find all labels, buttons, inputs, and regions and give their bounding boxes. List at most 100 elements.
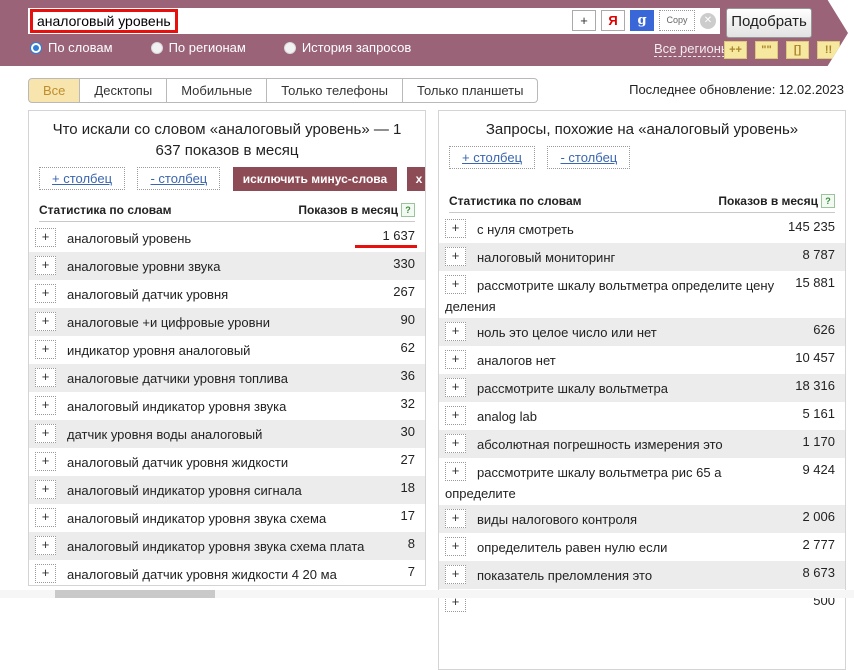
- keyword-link[interactable]: определитель равен нулю если: [477, 540, 667, 555]
- expand-plus-button[interactable]: +: [445, 462, 466, 481]
- keyword-link[interactable]: аналоговые уровни звука: [67, 259, 220, 274]
- expand-plus-button[interactable]: +: [445, 275, 466, 294]
- expand-plus-button[interactable]: +: [445, 565, 466, 584]
- table-row: 5 161 + analog lab: [439, 402, 845, 430]
- expand-plus-button[interactable]: +: [445, 509, 466, 528]
- right-panel-buttons: + столбец - столбец: [449, 146, 845, 172]
- all-regions-link[interactable]: Все регионы: [654, 41, 730, 57]
- shows-value: 8 787: [802, 247, 835, 262]
- keyword-link[interactable]: абсолютная погрешность измерения это: [477, 437, 723, 452]
- keyword-link[interactable]: виды налогового контроля: [477, 512, 637, 527]
- search-input[interactable]: аналоговый уровень + Я g Copy ✕: [28, 8, 720, 34]
- column-header-shows-label: Показов в месяц: [718, 194, 818, 208]
- operator-button-0[interactable]: ++: [724, 41, 747, 59]
- expand-plus-button[interactable]: +: [35, 340, 56, 359]
- expand-plus-button[interactable]: +: [35, 424, 56, 443]
- expand-plus-button[interactable]: +: [35, 284, 56, 303]
- expand-plus-button[interactable]: +: [35, 508, 56, 527]
- radio-item-1[interactable]: По регионам: [151, 40, 246, 55]
- help-icon[interactable]: ?: [821, 194, 835, 208]
- expand-plus-button[interactable]: +: [35, 480, 56, 499]
- expand-plus-button[interactable]: +: [445, 378, 466, 397]
- table-row: 7 + аналоговый датчик уровня жидкости 4 20…: [29, 560, 425, 586]
- operator-button-3[interactable]: !!: [817, 41, 840, 59]
- operator-button-2[interactable]: []: [786, 41, 809, 59]
- keyword-link[interactable]: рассмотрите шкалу вольтметра определите …: [445, 278, 774, 314]
- expand-plus-button[interactable]: +: [445, 406, 466, 425]
- column-header-shows: Показов в месяц?: [298, 203, 415, 217]
- shows-value: 5 161: [802, 406, 835, 421]
- keyword-link[interactable]: аналоговые +и цифровые уровни: [67, 315, 270, 330]
- keyword-link[interactable]: аналоговый датчик уровня жидкости 4 20 м…: [67, 567, 337, 582]
- keyword-link[interactable]: рассмотрите шкалу вольтметра: [477, 381, 668, 396]
- table-row: 18 316+рассмотрите шкалу вольтметра: [439, 374, 845, 402]
- tab-2[interactable]: Мобильные: [167, 78, 267, 103]
- shows-value: 62: [401, 340, 415, 355]
- search-mini-buttons: + Я g Copy ✕: [572, 10, 716, 31]
- expand-plus-button[interactable]: +: [35, 396, 56, 415]
- submit-button[interactable]: Подобрать: [726, 8, 812, 38]
- expand-plus-button[interactable]: +: [35, 312, 56, 331]
- expand-plus-button[interactable]: +: [445, 247, 466, 266]
- expand-plus-button[interactable]: +: [35, 564, 56, 583]
- expand-plus-button[interactable]: +: [445, 219, 466, 238]
- keyword-link[interactable]: аналоговый индикатор уровня звука: [67, 399, 286, 414]
- shows-value: 30: [401, 424, 415, 439]
- keyword-link[interactable]: налоговый мониторинг: [477, 250, 615, 265]
- expand-plus-button[interactable]: +: [445, 537, 466, 556]
- tab-1[interactable]: Десктопы: [80, 78, 167, 103]
- page-title: Что искали со словом «аналоговый уровень…: [39, 119, 415, 161]
- right-panel: Запросы, похожие на «аналоговый уровень»…: [438, 110, 846, 670]
- exclude-minus-words-button[interactable]: исключить минус-слова: [233, 167, 397, 191]
- table-row: 10 457+аналогов нет: [439, 346, 845, 374]
- expand-plus-button[interactable]: +: [445, 322, 466, 341]
- expand-plus-button[interactable]: +: [445, 350, 466, 369]
- clear-icon[interactable]: ✕: [700, 13, 716, 29]
- table-row: 90+аналоговые +и цифровые уровни: [29, 308, 425, 336]
- keyword-link[interactable]: аналоговый уровень: [67, 231, 191, 246]
- keyword-link[interactable]: рассмотрите шкалу вольтметра рис 65 а оп…: [445, 465, 721, 501]
- tab-0[interactable]: Все: [28, 78, 80, 103]
- keyword-link[interactable]: ноль это целое число или нет: [477, 325, 657, 340]
- expand-plus-button[interactable]: +: [35, 368, 56, 387]
- keyword-link[interactable]: аналоговый индикатор уровня звука схема: [67, 511, 326, 526]
- remove-column-button[interactable]: - столбец: [547, 146, 630, 169]
- yandex-icon[interactable]: Я: [601, 10, 625, 31]
- keyword-link[interactable]: analog lab: [477, 409, 537, 424]
- remove-column-button[interactable]: - столбец: [137, 167, 220, 190]
- keyword-link[interactable]: аналоговый датчик уровня жидкости: [67, 455, 288, 470]
- tab-4[interactable]: Только планшеты: [403, 78, 538, 103]
- keyword-link[interactable]: аналоговый датчик уровня: [67, 287, 228, 302]
- table-row: 330+аналоговые уровни звука: [29, 252, 425, 280]
- scrollbar-thumb[interactable]: [55, 590, 215, 598]
- expand-plus-button[interactable]: +: [35, 228, 56, 247]
- keyword-link[interactable]: датчик уровня воды аналоговый: [67, 427, 262, 442]
- keyword-link[interactable]: с нуля смотреть: [477, 222, 574, 237]
- keyword-link[interactable]: индикатор уровня аналоговый: [67, 343, 250, 358]
- expand-plus-button[interactable]: +: [35, 452, 56, 471]
- tab-3[interactable]: Только телефоны: [267, 78, 403, 103]
- operator-button-1[interactable]: "": [755, 41, 778, 59]
- copy-button[interactable]: Copy: [659, 10, 695, 31]
- shows-value: 8: [408, 536, 415, 551]
- keyword-link[interactable]: показатель преломления это: [477, 568, 652, 583]
- keyword-link[interactable]: аналоговые датчики уровня топлива: [67, 371, 288, 386]
- add-column-button[interactable]: + столбец: [449, 146, 535, 169]
- expand-plus-button[interactable]: +: [35, 536, 56, 555]
- close-button[interactable]: x: [407, 167, 426, 191]
- radio-item-0[interactable]: По словам: [30, 40, 113, 55]
- add-column-button[interactable]: + столбец: [39, 167, 125, 190]
- annotation-box: аналоговый уровень: [30, 9, 178, 33]
- keyword-link[interactable]: аналогов нет: [477, 353, 556, 368]
- expand-plus-button[interactable]: +: [35, 256, 56, 275]
- help-icon[interactable]: ?: [401, 203, 415, 217]
- expand-plus-button[interactable]: +: [445, 434, 466, 453]
- keyword-link[interactable]: аналоговый индикатор уровня звука схема …: [67, 539, 364, 554]
- table-row: 30 + датчик уровня воды аналоговый: [29, 420, 425, 448]
- radio-item-2[interactable]: История запросов: [284, 40, 412, 55]
- shows-value: 7: [408, 564, 415, 579]
- google-icon[interactable]: g: [630, 10, 654, 31]
- add-query-button[interactable]: +: [572, 10, 596, 31]
- keyword-link[interactable]: аналоговый индикатор уровня сигнала: [67, 483, 302, 498]
- table-row: 36+аналоговые датчики уровня топлива: [29, 364, 425, 392]
